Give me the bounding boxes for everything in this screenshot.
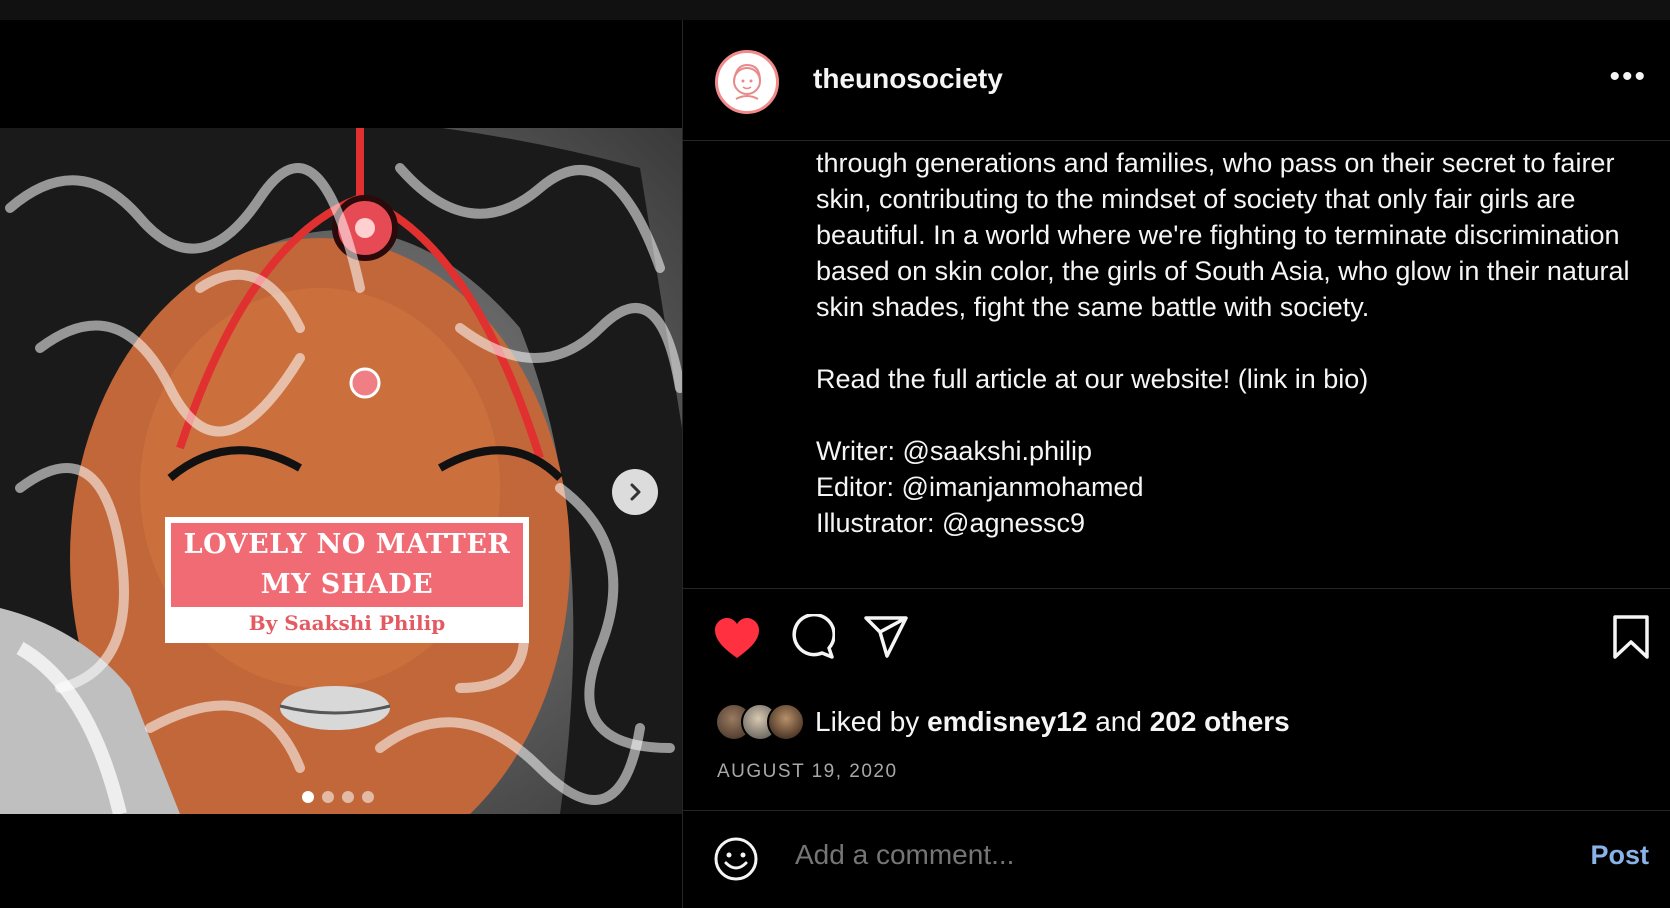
share-button[interactable] bbox=[863, 614, 909, 665]
heart-icon bbox=[715, 618, 759, 658]
credit-illustrator: Illustrator: @agnessc9 bbox=[816, 508, 1086, 538]
likes-others-link[interactable]: 202 others bbox=[1150, 706, 1290, 737]
caption-paragraph: through generations and families, who pa… bbox=[816, 148, 1630, 322]
post-media: LOVELY NO MATTER MY SHADE By Saakshi Phi… bbox=[0, 20, 682, 908]
avatar-face-icon bbox=[733, 63, 761, 100]
comment-row: Post bbox=[683, 812, 1670, 908]
carousel-dot[interactable] bbox=[342, 791, 354, 803]
credit-writer: Writer: @saakshi.philip bbox=[816, 436, 1092, 466]
carousel-dot[interactable] bbox=[362, 791, 374, 803]
likes-summary: Liked by emdisney12 and 202 others bbox=[715, 700, 1290, 744]
more-icon: ••• bbox=[1609, 60, 1647, 93]
comment-input[interactable] bbox=[793, 838, 1497, 872]
carousel-dots bbox=[302, 791, 374, 803]
chevron-right-icon bbox=[630, 483, 641, 501]
share-icon bbox=[864, 616, 908, 658]
username[interactable]: theunosociety bbox=[813, 63, 1003, 95]
more-options-button[interactable]: ••• bbox=[1609, 60, 1647, 94]
title-line-2: MY SHADE bbox=[260, 569, 434, 600]
carousel-dot[interactable] bbox=[322, 791, 334, 803]
likes-prefix: Liked by bbox=[815, 706, 920, 737]
byline: By Saakshi Philip bbox=[248, 611, 446, 635]
post-header: theunosociety ••• bbox=[683, 20, 1670, 141]
caption: through generations and families, who pa… bbox=[816, 145, 1636, 587]
post-date: AUGUST 19, 2020 bbox=[717, 761, 898, 782]
window-top-bar bbox=[0, 0, 1670, 20]
emoji-button[interactable] bbox=[713, 836, 759, 887]
bookmark-icon bbox=[1613, 615, 1649, 659]
comment-icon bbox=[792, 612, 836, 659]
title-line-1: LOVELY NO MATTER bbox=[183, 529, 511, 560]
comment-button[interactable] bbox=[789, 612, 836, 665]
save-button[interactable] bbox=[1611, 614, 1651, 665]
likes-and: and bbox=[1095, 706, 1142, 737]
illustration bbox=[0, 128, 682, 814]
divider bbox=[683, 588, 1670, 589]
caption-paragraph: Read the full article at our website! (l… bbox=[816, 364, 1369, 394]
avatar[interactable] bbox=[715, 50, 779, 114]
credit-editor: Editor: @imanjanmohamed bbox=[816, 472, 1144, 502]
post-comment-button[interactable]: Post bbox=[1590, 840, 1649, 871]
likes-text: Liked by emdisney12 and 202 others bbox=[815, 706, 1290, 738]
title-band: LOVELY NO MATTER MY SHADE bbox=[171, 523, 523, 607]
carousel-next-button[interactable] bbox=[612, 469, 658, 515]
post-image: LOVELY NO MATTER MY SHADE By Saakshi Phi… bbox=[0, 128, 682, 814]
carousel-dot[interactable] bbox=[302, 791, 314, 803]
action-bar bbox=[683, 612, 1670, 672]
liker-username[interactable]: emdisney12 bbox=[927, 706, 1087, 737]
divider bbox=[683, 810, 1670, 811]
like-button[interactable] bbox=[713, 616, 761, 665]
liker-avatar[interactable] bbox=[767, 703, 805, 741]
emoji-icon bbox=[714, 837, 758, 881]
post-panel: theunosociety ••• through generations an… bbox=[682, 20, 1670, 908]
title-card: LOVELY NO MATTER MY SHADE By Saakshi Phi… bbox=[165, 517, 529, 643]
